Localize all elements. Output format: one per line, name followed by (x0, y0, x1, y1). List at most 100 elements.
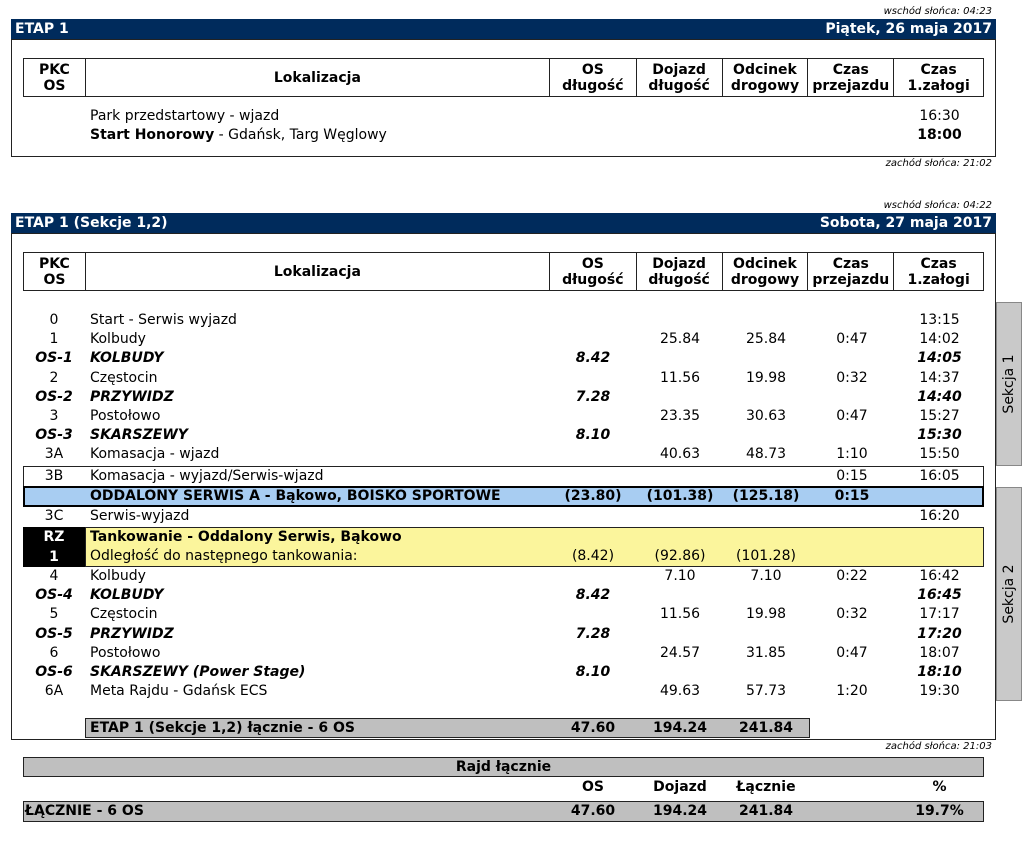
stage-row: OS-1 KOLBUDY 8.42 14:05 (23, 349, 984, 368)
row-location: Częstocin (90, 606, 158, 623)
row-approach: 23.35 (659, 408, 701, 424)
row-approach: 49.63 (659, 683, 701, 700)
remote-odc: (125.18) (732, 488, 800, 504)
row-road-section: 31.85 (745, 644, 787, 661)
row-code: 3A (44, 446, 64, 463)
summary-h-doj: Dojazd (653, 779, 707, 795)
row-code: 6A (44, 683, 64, 700)
row-location: Meta Rajdu - Gdańsk ECS (90, 683, 268, 700)
row-drive-time: 0:22 (836, 568, 868, 584)
refuel-row-2: Odległość do następnego tankowania: (8.4… (23, 547, 984, 566)
row-time: 16:05 (919, 468, 960, 484)
header-pkc: PKC OS (24, 59, 86, 96)
day1-stage-bar: ETAP 1 Piątek, 26 maja 2017 (11, 19, 996, 39)
row-code: 6 (49, 644, 59, 661)
header-loc: Lokalizacja (86, 253, 550, 290)
total-label: ETAP 1 (Sekcje 1,2) łącznie - 6 OS (90, 720, 355, 736)
summary-os: 47.60 (570, 803, 616, 819)
day1-title: ETAP 1 (15, 21, 69, 37)
header-cz: Czas 1.załogi (907, 255, 970, 288)
row-time: 14:37 (919, 369, 960, 386)
row-road-section: 25.84 (745, 331, 787, 348)
row-time: 17:17 (919, 606, 960, 623)
header-cp: Czas przejazdu (808, 59, 895, 96)
row-road-section: 48.73 (745, 446, 787, 463)
table-row: 3B Komasacja - wyjazd/Serwis-wjazd 0:15 … (23, 467, 984, 486)
row-time: 18:00 (917, 127, 962, 143)
table-row: 1 Kolbudy 25.84 25.84 0:47 14:02 (23, 330, 984, 349)
summary-title: Rajd łącznie (23, 757, 984, 777)
summary-h-lacznie: Łącznie (736, 779, 796, 795)
row-drive-time: 0:32 (836, 606, 868, 623)
table-row: 6A Meta Rajdu - Gdańsk ECS 49.63 57.73 1:20 1… (23, 682, 984, 701)
day2-title: ETAP 1 (Sekcje 1,2) (15, 215, 168, 231)
row-location: Postołowo (90, 408, 161, 424)
row-code: OS-6 (35, 664, 73, 680)
header-os: OS długość (550, 59, 637, 96)
row-approach: 7.10 (664, 568, 696, 584)
row-road-section: 7.10 (750, 568, 782, 584)
refuel-distance-label: Odległość do następnego tankowania: (90, 548, 358, 564)
row-time: 18:07 (919, 644, 960, 661)
row-location: SKARSZEWY (Power Stage) (90, 664, 306, 680)
row-os-length: 8.10 (575, 664, 611, 680)
row-time: 14:05 (917, 350, 962, 367)
row-approach: 25.84 (659, 331, 701, 348)
row-time: 18:10 (917, 664, 962, 680)
row-location-bold: Start Honorowy (90, 127, 215, 143)
summary-h-pct: % (932, 779, 947, 795)
remote-os: (23.80) (564, 488, 622, 504)
header-cp: Czas przejazdu (808, 253, 895, 290)
row-location: Częstocin (90, 369, 158, 386)
table-row: 0 Start - Serwis wyjazd 13:15 (23, 311, 984, 330)
day2-sunset: zachód słońca: 21:03 (885, 741, 992, 752)
table-row: 2 Częstocin 11.56 19.98 0:32 14:37 (23, 369, 984, 388)
row-os-length: 7.28 (575, 625, 611, 642)
row-location: Park przedstartowy - wjazd (90, 108, 280, 124)
day2-stage-bar: ETAP 1 (Sekcje 1,2) Sobota, 27 maja 2017 (11, 213, 996, 233)
header-os: OS długość (550, 253, 637, 290)
row-code: 3C (44, 508, 64, 524)
total-os: 47.60 (570, 720, 616, 736)
total-row: ETAP 1 (Sekcje 1,2) łącznie - 6 OS 47.60… (23, 719, 984, 738)
row-location: Start Honorowy - Gdańsk, Targ Węglowy (90, 126, 387, 145)
row-code: OS-4 (35, 587, 73, 604)
section-2-tab: Sekcja 2 (996, 487, 1022, 701)
table-row: 5 Częstocin 11.56 19.98 0:32 17:17 (23, 605, 984, 624)
header-doj: Dojazd długość (637, 253, 723, 290)
header-odc: Odcinek drogowy (723, 59, 809, 96)
stage-row: OS-5 PRZYWIDZ 7.28 17:20 (23, 625, 984, 644)
header-doj: Dojazd długość (637, 59, 723, 96)
row-os-length: 8.10 (575, 427, 611, 444)
row-code: 3 (49, 408, 59, 424)
row-time: 14:02 (919, 331, 960, 348)
refuel-title: Tankowanie - Oddalony Serwis, Bąkowo (90, 529, 402, 545)
row-location-rest: - Gdańsk, Targ Węglowy (214, 127, 387, 143)
table-row: 3 Postołowo 23.35 30.63 0:47 15:27 (23, 407, 984, 426)
row-drive-time: 1:20 (836, 683, 868, 700)
total-doj: 194.24 (652, 720, 708, 736)
row-code: OS-5 (35, 625, 73, 642)
row-time: 16:20 (919, 508, 960, 524)
day2-sunrise: wschód słońca: 04:22 (883, 200, 992, 211)
row-os-length: 8.42 (575, 587, 611, 604)
row-time: 15:50 (919, 446, 960, 463)
row-code: 5 (49, 606, 59, 623)
row-time: 15:27 (919, 408, 960, 424)
row-drive-time: 0:47 (836, 331, 868, 348)
day1-table-header: PKC OS Lokalizacja OS długość Dojazd dłu… (23, 58, 984, 97)
row-road-section: 57.73 (745, 683, 787, 700)
row-time: 19:30 (919, 683, 960, 700)
row-code: 2 (49, 369, 59, 386)
row-location: Start - Serwis wyjazd (90, 312, 237, 328)
row-road-section: 19.98 (745, 369, 787, 386)
summary-doj: 194.24 (652, 803, 708, 819)
remote-location: ODDALONY SERWIS A - Bąkowo, BOISKO SPORT… (90, 488, 501, 504)
refuel-odc: (101.28) (736, 548, 796, 564)
refuel-doj: (92.86) (654, 548, 706, 564)
summary-lacznie: 241.84 (738, 803, 794, 819)
stage-row: OS-2 PRZYWIDZ 7.28 14:40 (23, 388, 984, 407)
row-location: Komasacja - wjazd (90, 446, 220, 463)
summary-total-row: ŁĄCZNIE - 6 OS 47.60 194.24 241.84 19.7% (23, 802, 984, 821)
row-location: Kolbudy (90, 568, 146, 584)
